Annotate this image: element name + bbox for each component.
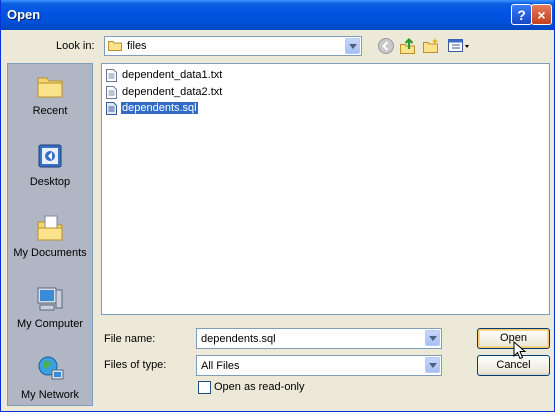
close-button[interactable]: × — [531, 4, 552, 25]
file-type-value: All Files — [201, 360, 240, 372]
file-name: dependent_data2.txt — [122, 86, 223, 98]
back-icon[interactable] — [377, 37, 395, 55]
look-in-dropdown[interactable]: files — [104, 36, 362, 56]
look-in-label: Look in: — [56, 40, 95, 52]
close-icon: × — [537, 6, 546, 23]
file-name-label: File name: — [104, 333, 156, 345]
place-label: Recent — [32, 105, 68, 117]
chevron-down-icon[interactable] — [345, 38, 360, 54]
desktop-icon — [38, 144, 62, 168]
chevron-down-icon[interactable] — [425, 330, 440, 346]
my-network-icon — [38, 356, 64, 380]
file-name-input[interactable]: dependents.sql — [196, 328, 442, 349]
place-label: My Documents — [13, 247, 87, 259]
text-file-icon — [106, 69, 117, 82]
file-type-dropdown[interactable]: All Files — [196, 355, 442, 376]
file-name: dependents.sql — [120, 101, 199, 115]
my-documents-icon — [37, 215, 63, 241]
my-computer-icon — [37, 287, 63, 311]
places-bar: Recent Desktop My Documents My Computer … — [7, 63, 93, 406]
open-dialog: Open ? × Look in: files Recent Desktop M… — [0, 0, 555, 412]
mouse-cursor-icon — [513, 341, 527, 360]
new-folder-icon[interactable] — [422, 37, 440, 55]
up-folder-icon[interactable] — [399, 37, 417, 55]
window-title: Open — [7, 7, 41, 22]
read-only-label[interactable]: Open as read-only — [214, 381, 305, 393]
read-only-checkbox[interactable] — [198, 381, 211, 394]
file-type-label: Files of type: — [104, 359, 167, 371]
folder-icon — [108, 41, 122, 51]
view-menu-icon[interactable] — [447, 37, 471, 55]
chevron-down-icon[interactable] — [425, 357, 440, 373]
file-list[interactable]: dependent_data1.txt dependent_data2.txt … — [101, 63, 550, 315]
help-icon: ? — [517, 6, 526, 23]
recent-folder-icon — [37, 77, 63, 98]
place-label: My Computer — [16, 318, 84, 330]
text-file-icon — [106, 86, 117, 99]
place-label: My Network — [20, 389, 80, 401]
sql-file-icon — [106, 102, 117, 115]
title-bar[interactable]: Open ? × — [1, 0, 554, 30]
place-label: Desktop — [29, 176, 71, 188]
file-name-value: dependents.sql — [201, 333, 276, 345]
look-in-value: files — [127, 40, 147, 52]
help-button[interactable]: ? — [511, 4, 532, 25]
file-name: dependent_data1.txt — [122, 69, 223, 81]
